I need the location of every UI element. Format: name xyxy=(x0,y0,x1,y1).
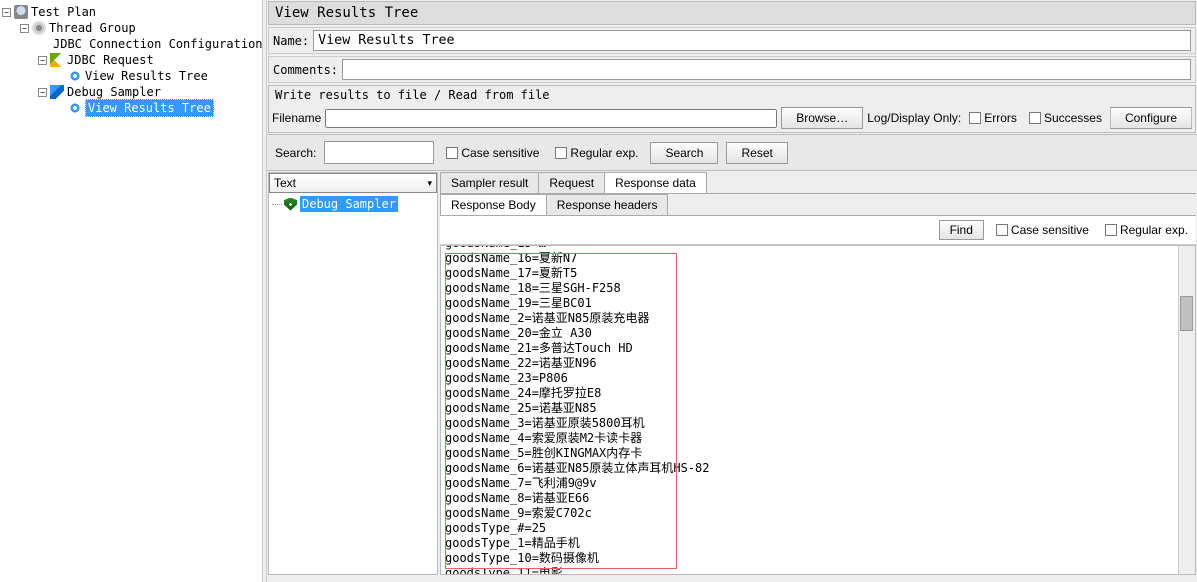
combo-value: Text xyxy=(274,176,296,190)
errors-checkbox[interactable]: Errors xyxy=(969,111,1017,125)
tree-node-test-plan[interactable]: − Test Plan xyxy=(0,4,262,20)
results-area: Text ▾ Debug Sampler Sampler result Requ… xyxy=(267,171,1197,576)
tree-node-vrt1[interactable]: View Results Tree xyxy=(0,68,262,84)
result-label: Debug Sampler xyxy=(300,196,398,212)
tree-node-jdbc-conn[interactable]: JDBC Connection Configuration xyxy=(0,36,262,52)
name-row: Name: xyxy=(268,27,1196,54)
renderer-combo[interactable]: Text ▾ xyxy=(269,173,437,193)
tab-response-data[interactable]: Response data xyxy=(604,172,707,193)
comments-field[interactable] xyxy=(342,59,1191,80)
name-label: Name: xyxy=(273,34,309,48)
tab-sampler-result[interactable]: Sampler result xyxy=(440,172,539,193)
filename-label: Filename xyxy=(272,111,321,125)
response-subtabs: Response Body Response headers xyxy=(440,194,1196,216)
search-button[interactable]: Search xyxy=(650,142,718,164)
checkbox-icon xyxy=(446,147,458,159)
find-button[interactable]: Find xyxy=(939,220,984,240)
tree-label: JDBC Request xyxy=(67,52,154,68)
case-sensitive-checkbox[interactable]: Case sensitive xyxy=(446,146,539,160)
tree-label: JDBC Connection Configuration xyxy=(53,36,262,52)
collapse-icon[interactable]: − xyxy=(38,88,47,97)
response-body-viewer[interactable]: goodsName_15=… goodsName_16=夏新N7 goodsNa… xyxy=(440,245,1196,575)
reset-button[interactable]: Reset xyxy=(726,142,787,164)
result-tabs: Sampler result Request Response data xyxy=(440,172,1196,194)
configure-button[interactable]: Configure xyxy=(1110,107,1192,129)
collapse-icon[interactable]: − xyxy=(2,8,11,17)
name-field[interactable] xyxy=(313,30,1191,51)
checkbox-icon xyxy=(996,224,1008,236)
tree-node-debug[interactable]: − Debug Sampler xyxy=(0,84,262,100)
result-node-debug[interactable]: Debug Sampler xyxy=(272,196,434,212)
file-group-title: Write results to file / Read from file xyxy=(269,86,1195,104)
tree-node-jdbc-req[interactable]: − JDBC Request xyxy=(0,52,262,68)
eye-icon xyxy=(68,101,82,115)
search-input[interactable] xyxy=(324,141,434,164)
search-label: Search: xyxy=(275,146,316,160)
regex-checkbox[interactable]: Regular exp. xyxy=(555,146,638,160)
checkbox-icon xyxy=(1029,112,1041,124)
result-details-panel: Sampler result Request Response data Res… xyxy=(440,172,1196,575)
find-case-checkbox[interactable]: Case sensitive xyxy=(996,223,1089,237)
comments-row: Comments: xyxy=(268,56,1196,83)
find-regex-checkbox[interactable]: Regular exp. xyxy=(1105,223,1188,237)
page-title: View Results Tree xyxy=(268,1,1196,25)
tree-node-thread-group[interactable]: − Thread Group xyxy=(0,20,262,36)
main-panel: View Results Tree Name: Comments: Write … xyxy=(267,0,1197,582)
find-row: Find Case sensitive Regular exp. xyxy=(440,216,1196,245)
tree-label: View Results Tree xyxy=(85,99,214,117)
tab-response-body[interactable]: Response Body xyxy=(440,194,547,215)
tab-response-headers[interactable]: Response headers xyxy=(546,194,669,215)
scrollbar[interactable] xyxy=(1178,246,1195,574)
tree-node-vrt2[interactable]: View Results Tree xyxy=(0,100,262,116)
successes-checkbox[interactable]: Successes xyxy=(1029,111,1102,125)
collapse-icon[interactable]: − xyxy=(38,56,47,65)
checkbox-icon xyxy=(555,147,567,159)
checkbox-icon xyxy=(1105,224,1117,236)
pencil-icon xyxy=(50,85,64,99)
response-text: goodsName_15=… goodsName_16=夏新N7 goodsNa… xyxy=(441,245,714,575)
checkbox-icon xyxy=(969,112,981,124)
filename-field[interactable] xyxy=(325,109,777,128)
test-plan-tree[interactable]: − Test Plan − Thread Group JDBC Connecti… xyxy=(0,0,262,582)
gear-icon xyxy=(32,21,46,35)
leaf-icon xyxy=(50,53,64,67)
eye-icon xyxy=(68,69,82,83)
tree-label: Test Plan xyxy=(31,4,96,20)
tree-label: View Results Tree xyxy=(85,68,208,84)
collapse-icon[interactable]: − xyxy=(20,24,29,33)
comments-label: Comments: xyxy=(273,63,338,77)
success-icon xyxy=(284,198,297,211)
chevron-down-icon: ▾ xyxy=(427,178,432,189)
tree-label: Thread Group xyxy=(49,20,136,36)
browse-button[interactable]: Browse… xyxy=(781,107,863,129)
file-group: Write results to file / Read from file F… xyxy=(268,85,1196,133)
logdisplay-label: Log/Display Only: xyxy=(867,111,961,125)
results-tree-panel: Text ▾ Debug Sampler xyxy=(268,172,438,575)
scroll-thumb[interactable] xyxy=(1180,296,1193,331)
horizontal-splitter[interactable] xyxy=(267,576,1197,582)
search-bar: Search: Case sensitive Regular exp. Sear… xyxy=(267,134,1197,171)
flask-icon xyxy=(14,5,28,19)
tree-label: Debug Sampler xyxy=(67,84,161,100)
tab-request[interactable]: Request xyxy=(538,172,605,193)
